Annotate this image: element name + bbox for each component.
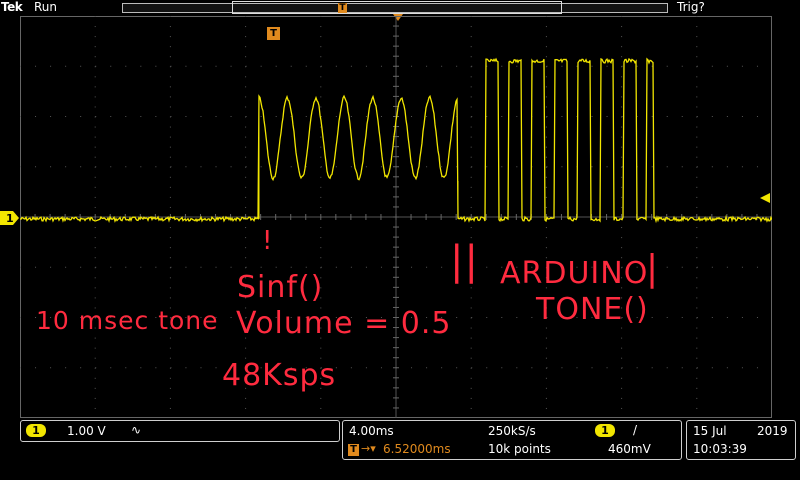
arduino-bracket: || <box>450 238 479 284</box>
time-per-division: 4.00ms <box>349 424 394 438</box>
channel-1-badge: 1 <box>26 424 46 437</box>
horizontal-position-trigger-icon: T <box>348 444 359 456</box>
sinf-label: Sinf() <box>237 270 324 305</box>
sample-rate-label: 48Ksps <box>222 358 337 393</box>
date: 15 Jul <box>693 424 727 438</box>
trigger-source-badge: 1 <box>595 424 615 437</box>
sinf-tick-mark: ! <box>262 226 274 256</box>
sample-rate: 250kS/s <box>488 424 536 438</box>
position-arrow-icon: →▾ <box>361 442 376 455</box>
time: 10:03:39 <box>693 442 747 456</box>
annotations-layer: ! Sinf() 10 msec tone Volume = 0.5 48Ksp… <box>0 0 800 480</box>
vertical-scale: 1.00 V <box>67 424 106 438</box>
tone-length-label: 10 msec tone <box>36 306 219 335</box>
date-time-readout[interactable]: 15 Jul 2019 10:03:39 <box>686 420 796 460</box>
record-length: 10k points <box>488 442 551 456</box>
bandwidth-limit-icon: ∿ <box>131 423 142 437</box>
year: 2019 <box>757 424 788 438</box>
arduino-label: ARDUINO <box>500 256 649 291</box>
horizontal-position: 6.52000ms <box>383 442 451 456</box>
trigger-level: 460mV <box>608 442 651 456</box>
channel-1-readout[interactable]: 1 1.00 V ∿ <box>20 420 340 442</box>
arduino-tone-label: TONE() <box>536 292 649 327</box>
volume-label: Volume = 0.5 <box>236 306 452 341</box>
timebase-trigger-readout[interactable]: 4.00ms 250kS/s 1 / T →▾ 6.52000ms 10k po… <box>342 420 682 460</box>
trigger-slope-icon: / <box>633 423 638 437</box>
arduino-end-bracket: | <box>646 248 660 289</box>
